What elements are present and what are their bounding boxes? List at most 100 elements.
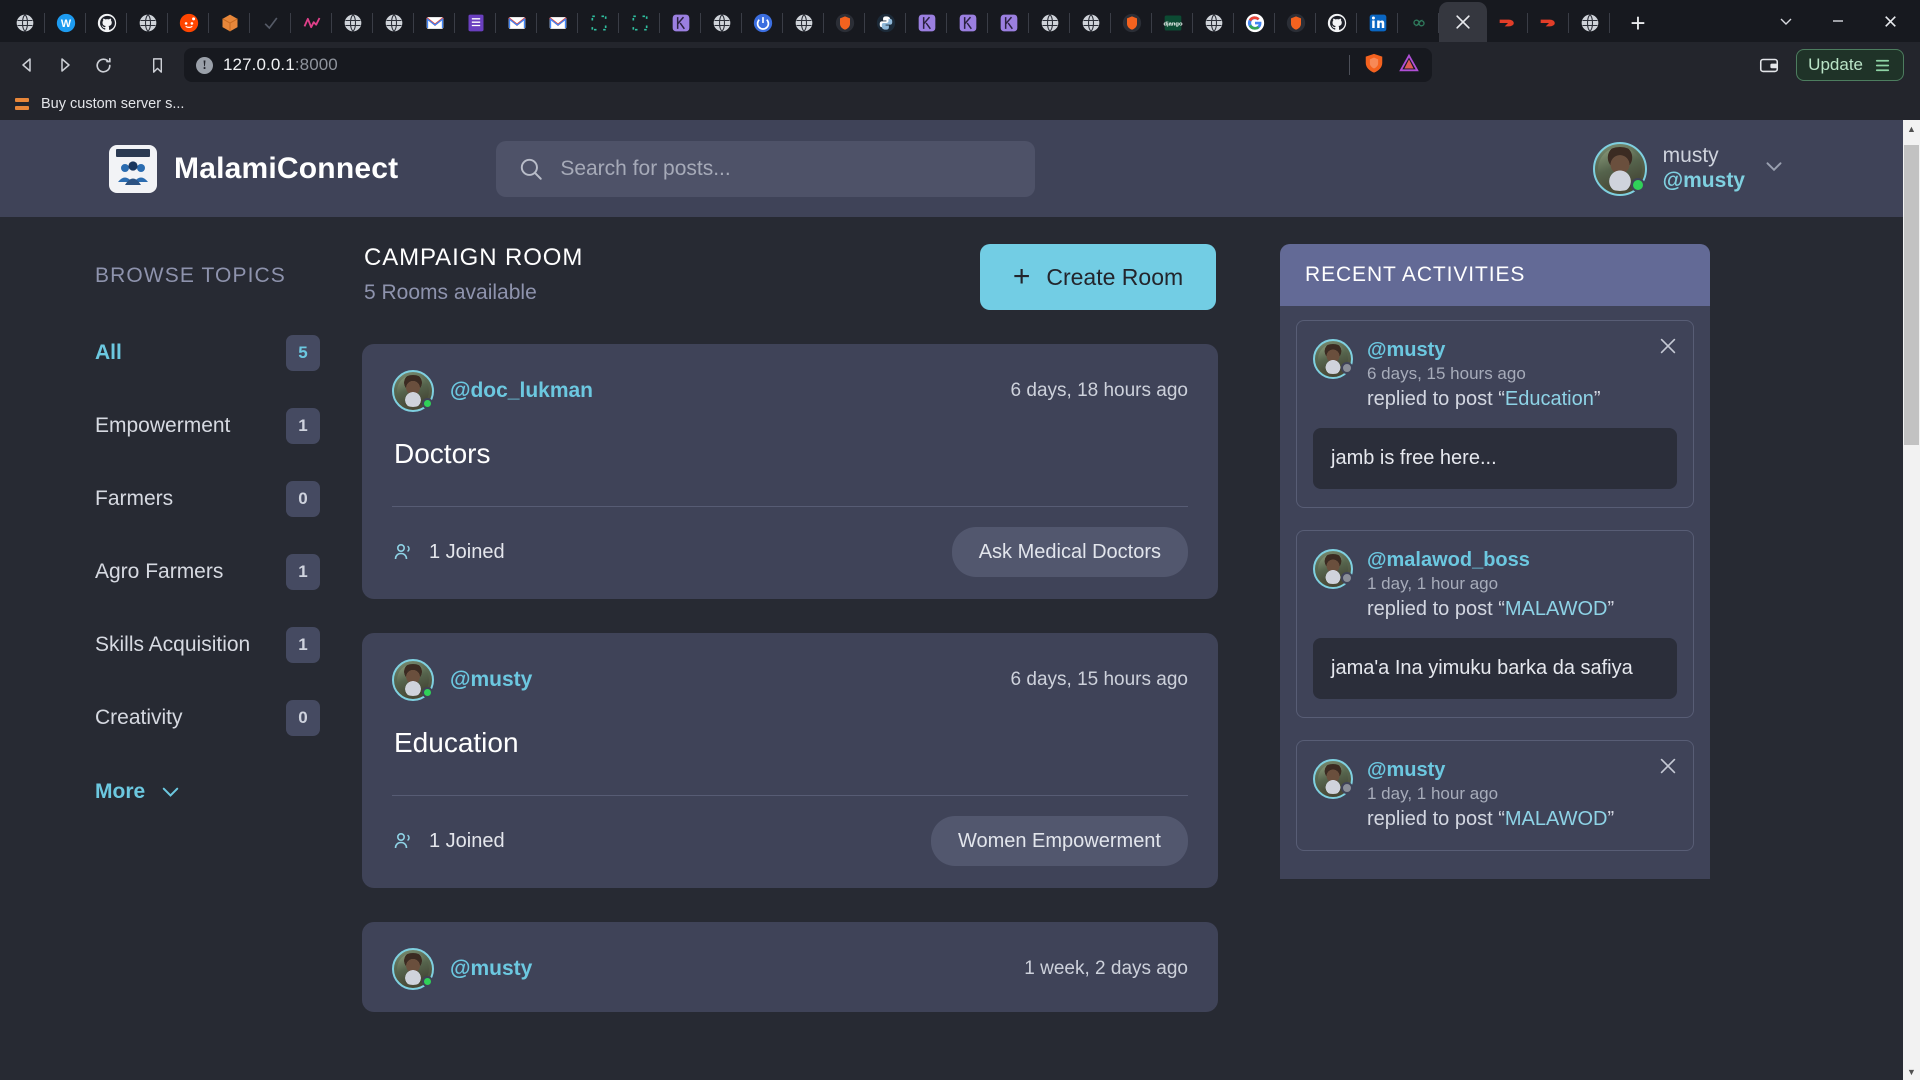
minimize-icon[interactable]	[1760, 0, 1812, 42]
browser-tab-globe-tab-2[interactable]	[127, 4, 168, 42]
profile-menu[interactable]: musty @musty	[1592, 141, 1903, 196]
address-bar[interactable]: ! 127.0.0.1:8000	[184, 48, 1432, 82]
browser-tab-active-tab[interactable]	[1439, 2, 1487, 42]
browser-tab-doordash-tab-1[interactable]	[1487, 4, 1528, 42]
browser-tab-heroku-tab-4[interactable]	[988, 4, 1029, 42]
bookmark-item-label[interactable]: Buy custom server s...	[41, 96, 184, 112]
browser-tab-gmail-tab-2[interactable]	[496, 4, 537, 42]
activity-handle[interactable]: @musty	[1367, 339, 1655, 362]
sidebar-item-farmers[interactable]: Farmers 0	[95, 462, 362, 535]
avatar[interactable]	[392, 370, 434, 412]
browser-tab-brave-globe-tab[interactable]	[4, 4, 45, 42]
browser-tab-list-tab[interactable]	[455, 4, 496, 42]
room-author[interactable]: @musty	[392, 948, 532, 990]
sidebar-item-skills-acquisition[interactable]: Skills Acquisition 1	[95, 608, 362, 681]
browser-tab-doordash-tab-2[interactable]	[1528, 4, 1569, 42]
browser-tab-brave-tab-1[interactable]	[824, 4, 865, 42]
browser-tab-github-tab[interactable]	[86, 4, 127, 42]
browser-tab-gmail-tab-3[interactable]	[537, 4, 578, 42]
chevron-down-icon[interactable]	[1761, 153, 1787, 184]
sidebar-more-button[interactable]: More	[95, 778, 362, 805]
browser-tab-python-tab[interactable]	[865, 4, 906, 42]
reload-icon[interactable]	[86, 48, 120, 82]
room-card[interactable]: @musty 1 week, 2 days ago	[362, 922, 1218, 1012]
avatar[interactable]	[1313, 759, 1353, 799]
browser-tab-reddit-tab[interactable]	[168, 4, 209, 42]
scroll-up-arrow[interactable]: ▲	[1903, 120, 1920, 137]
browser-tab-google-tab[interactable]	[1234, 4, 1275, 42]
sidebar-item-empowerment[interactable]: Empowerment 1	[95, 389, 362, 462]
browser-tab-analytics-tab[interactable]	[291, 4, 332, 42]
avatar[interactable]	[392, 948, 434, 990]
room-author[interactable]: @doc_lukman	[392, 370, 593, 412]
browser-tab-package-tab[interactable]	[209, 4, 250, 42]
dismiss-activity-icon[interactable]	[1657, 755, 1679, 782]
activity-card[interactable]: @musty 1 day, 1 hour ago replied to post “…	[1296, 740, 1694, 851]
activity-message: jamb is free here...	[1313, 428, 1677, 489]
activity-action-target[interactable]: MALAWOD	[1505, 808, 1608, 830]
browser-tab-power-tab[interactable]	[742, 4, 783, 42]
sidebar-item-creativity[interactable]: Creativity 0	[95, 681, 362, 754]
scroll-down-arrow[interactable]: ▼	[1903, 1063, 1920, 1080]
activity-card[interactable]: @musty 6 days, 15 hours ago replied to pos…	[1296, 320, 1694, 508]
avatar[interactable]	[1313, 549, 1353, 589]
browser-tab-figma-tab-1[interactable]	[578, 4, 619, 42]
extension-triangle-icon[interactable]	[1398, 52, 1420, 79]
brave-shields-icon[interactable]	[1363, 52, 1385, 79]
browser-tab-infinity-tab[interactable]	[1398, 4, 1439, 42]
room-card[interactable]: @musty 6 days, 15 hours ago Education 1 Joi…	[362, 633, 1218, 888]
create-room-button[interactable]: + Create Room	[980, 244, 1216, 310]
activity-action-prefix: replied to post “	[1367, 808, 1505, 830]
sidebar-item-all[interactable]: All 5	[95, 316, 362, 389]
new-tab-button[interactable]: +	[1616, 4, 1660, 42]
dismiss-activity-icon[interactable]	[1657, 335, 1679, 362]
back-icon[interactable]	[10, 48, 44, 82]
activity-card[interactable]: @malawod_boss 1 day, 1 hour ago replied to…	[1296, 530, 1694, 718]
room-joined-label: 1 Joined	[429, 540, 505, 563]
browser-tab-globe-tab-4[interactable]	[373, 4, 414, 42]
room-topic-tag[interactable]: Women Empowerment	[930, 816, 1188, 866]
browser-tab-github-tab-2[interactable]	[1316, 4, 1357, 42]
sidebar-item-agro-farmers[interactable]: Agro Farmers 1	[95, 535, 362, 608]
browser-tab-figma-tab-2[interactable]	[619, 4, 660, 42]
avatar[interactable]	[392, 659, 434, 701]
brand-block[interactable]: MalamiConnect	[109, 144, 398, 193]
browser-tab-globe-tab-7[interactable]	[1029, 4, 1070, 42]
activity-handle[interactable]: @musty	[1367, 759, 1655, 782]
activity-action-target[interactable]: MALAWOD	[1505, 598, 1608, 620]
browser-tab-check-tab[interactable]	[250, 4, 291, 42]
browser-tab-heroku-tab-2[interactable]	[906, 4, 947, 42]
browser-tab-twitter-tab[interactable]: W	[45, 4, 86, 42]
browser-tab-globe-tab-6[interactable]	[783, 4, 824, 42]
bookmark-icon[interactable]	[140, 48, 174, 82]
activity-handle[interactable]: @malawod_boss	[1367, 549, 1655, 572]
wallet-icon[interactable]	[1752, 48, 1786, 82]
browser-tab-heroku-tab-1[interactable]	[660, 4, 701, 42]
update-button[interactable]: Update	[1796, 49, 1904, 81]
room-author[interactable]: @musty	[392, 659, 532, 701]
avatar[interactable]	[1592, 141, 1647, 196]
browser-tab-globe-tab-8[interactable]	[1070, 4, 1111, 42]
activity-action-target[interactable]: Education	[1505, 388, 1594, 410]
browser-tab-brave-tab-3[interactable]	[1275, 4, 1316, 42]
browser-tab-gmail-tab-1[interactable]	[414, 4, 455, 42]
close-icon[interactable]	[1864, 0, 1916, 42]
scrollbar-track[interactable]	[1903, 137, 1920, 1063]
forward-icon[interactable]	[48, 48, 82, 82]
browser-tab-heroku-tab-3[interactable]	[947, 4, 988, 42]
restore-icon[interactable]	[1812, 0, 1864, 42]
browser-tab-brave-tab-2[interactable]	[1111, 4, 1152, 42]
room-card[interactable]: @doc_lukman 6 days, 18 hours ago Doctors 1 …	[362, 344, 1218, 599]
browser-tab-linkedin-tab[interactable]	[1357, 4, 1398, 42]
search-input[interactable]: Search for posts...	[496, 140, 1036, 197]
avatar[interactable]	[1313, 339, 1353, 379]
browser-tab-globe-tab-5[interactable]	[701, 4, 742, 42]
room-topic-tag[interactable]: Ask Medical Doctors	[951, 527, 1188, 577]
browser-tab-globe-tab-9[interactable]	[1193, 4, 1234, 42]
page-scrollbar[interactable]: ▲ ▼	[1903, 120, 1920, 1080]
browser-tab-globe-tab-10[interactable]	[1569, 4, 1610, 42]
site-info-icon[interactable]: !	[196, 56, 213, 74]
browser-tab-django-tab[interactable]: django	[1152, 4, 1193, 42]
scrollbar-thumb[interactable]	[1904, 145, 1919, 445]
browser-tab-globe-tab-3[interactable]	[332, 4, 373, 42]
